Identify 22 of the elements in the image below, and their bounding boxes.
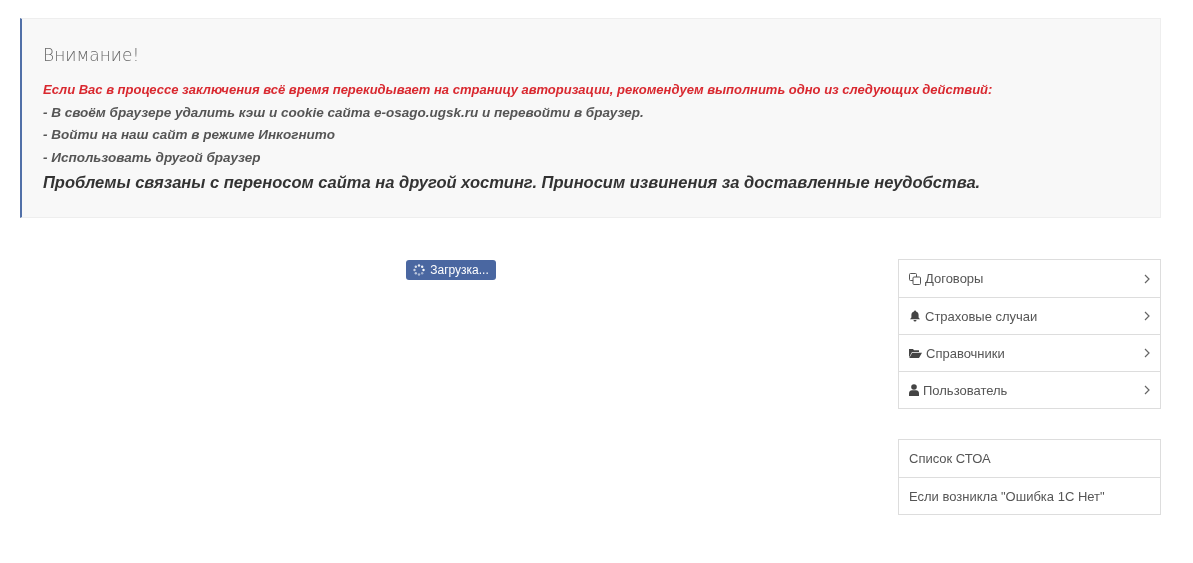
instruction-text: - В своём браузере удалить кэш и cookie сайта e-osago.ugsk.ru и перевойти в браузер. bbox=[43, 103, 645, 122]
notice-text: Проблемы связаны с переносом сайта на другой хостинг. Приносим извинения за доставленные неудобства. bbox=[43, 172, 982, 193]
loading-indicator: Загрузка... bbox=[406, 260, 496, 280]
copy-icon bbox=[909, 272, 921, 285]
chevron-right-icon bbox=[1144, 385, 1150, 395]
chevron-right-icon bbox=[1144, 348, 1150, 358]
link-item[interactable]: Если возникла "Ошибка 1С Нет" bbox=[899, 477, 1160, 514]
user-icon bbox=[909, 384, 919, 396]
chevron-right-icon bbox=[1144, 311, 1150, 321]
instruction-text: - Войти на наш сайт в режиме Инкогнито bbox=[43, 126, 336, 144]
menu-item[interactable]: Справочники bbox=[899, 334, 1160, 371]
menu-item[interactable]: Страховые случаи bbox=[899, 297, 1160, 334]
bell-icon bbox=[909, 310, 921, 322]
alert-title: Внимание! bbox=[43, 45, 141, 65]
instruction-text: - Использовать другой браузер bbox=[43, 148, 262, 167]
folder-icon bbox=[909, 347, 922, 359]
menu-item[interactable]: Договоры bbox=[899, 260, 1160, 297]
chevron-right-icon bbox=[1144, 273, 1150, 284]
menu-item[interactable]: Пользователь bbox=[899, 371, 1160, 408]
warning-text: Если Вас в процессе заключения всё время перекидывает на страницу авторизации, рекомендуем выполнить одно из следующих действий: bbox=[43, 81, 994, 99]
link-item[interactable]: Список СТОА bbox=[899, 440, 1160, 477]
spinner-icon bbox=[413, 264, 426, 276]
